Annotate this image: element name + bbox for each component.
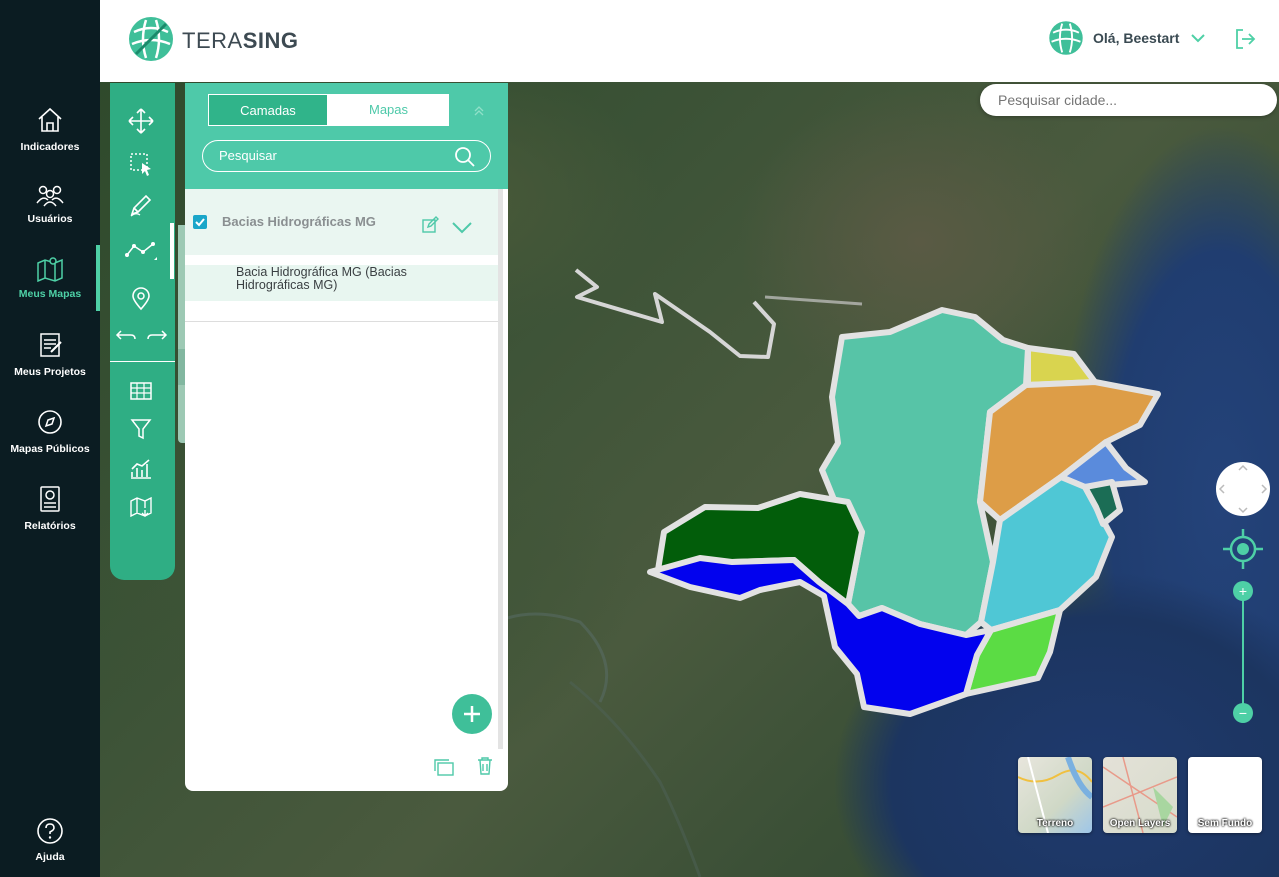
panel-search-input[interactable]: Pesquisar <box>202 140 491 172</box>
help-label: Ajuda <box>35 851 65 863</box>
undo-button[interactable] <box>110 317 141 353</box>
redo-button[interactable] <box>141 317 172 353</box>
report-icon <box>40 486 60 512</box>
redo-icon <box>146 330 167 340</box>
sidebar: Indicadores Usuários Meus Mapas Meus Pro… <box>0 0 100 877</box>
brand-name: TERASING <box>182 28 298 54</box>
pencil-icon <box>130 194 152 217</box>
move-icon <box>128 108 154 134</box>
edit-icon[interactable] <box>421 216 439 234</box>
pan-arrows-icon <box>1218 464 1268 514</box>
trash-icon[interactable] <box>476 756 494 776</box>
layer-group-title: Bacias Hidrográficas MG <box>222 214 376 229</box>
zoom-in-button[interactable]: + <box>1233 581 1253 601</box>
bar-chart-icon <box>131 459 151 479</box>
brand-bold: SING <box>242 28 299 53</box>
basemap-label: Terreno <box>1036 818 1074 829</box>
map-pin-icon <box>37 257 63 282</box>
sidebar-item-meus-projetos[interactable]: Meus Projetos <box>0 330 100 380</box>
polyline-icon <box>125 242 157 260</box>
sidebar-item-label: Mapas Públicos <box>10 443 90 455</box>
chevron-down-icon[interactable] <box>1190 32 1206 44</box>
sidebar-item-mapas-publicos[interactable]: Mapas Públicos <box>0 407 100 457</box>
line-tool[interactable] <box>110 233 172 269</box>
layers-panel: Camadas Mapas Pesquisar Bacias Hidrográf… <box>185 83 508 791</box>
compass-icon <box>38 410 62 434</box>
locate-icon[interactable] <box>1221 527 1265 571</box>
marker-tool[interactable] <box>110 281 172 317</box>
search-placeholder: Pesquisar <box>219 148 277 163</box>
sidebar-item-label: Meus Mapas <box>18 288 82 300</box>
basemap-open-layers[interactable]: Open Layers <box>1103 757 1177 833</box>
basemap-label: Sem Fundo <box>1197 818 1253 829</box>
toolbar-divider <box>110 361 175 362</box>
filter-icon <box>130 419 152 440</box>
plus-icon <box>464 706 480 722</box>
sidebar-item-indicadores[interactable]: Indicadores <box>0 105 100 155</box>
table-tool[interactable] <box>110 373 172 409</box>
move-tool[interactable] <box>110 103 172 139</box>
checkbox-checked-icon[interactable] <box>192 214 208 230</box>
sidebar-item-relatorios[interactable]: Relatórios <box>0 484 100 534</box>
map-download-icon <box>130 496 152 518</box>
top-header: TERASING Olá, Beestart <box>100 0 1279 82</box>
sidebar-item-usuarios[interactable]: Usuários <box>0 183 100 227</box>
divider <box>185 321 498 322</box>
users-icon <box>36 185 64 207</box>
layer-item[interactable]: Bacia Hidrográfica MG (Bacias Hidrográfi… <box>185 265 498 301</box>
user-greeting[interactable]: Olá, Beestart <box>1093 30 1179 46</box>
undo-icon <box>115 330 136 340</box>
brand-light: TERA <box>182 28 243 53</box>
location-pin-icon <box>132 287 150 311</box>
tab-mapas[interactable]: Mapas <box>328 94 449 126</box>
projects-icon <box>40 333 62 357</box>
sidebar-item-label: Relatórios <box>24 520 76 532</box>
select-tool[interactable] <box>110 146 172 182</box>
search-icon[interactable] <box>454 146 476 168</box>
zoom-slider-track[interactable] <box>1242 590 1244 712</box>
terasing-logo-icon <box>129 17 173 61</box>
drawing-toolbar <box>110 83 175 580</box>
home-icon <box>38 107 62 132</box>
map-export-tool[interactable] <box>110 489 172 525</box>
map-pan-control[interactable] <box>1216 462 1270 516</box>
layer-item-label: Bacia Hidrográfica MG (Bacias Hidrográfi… <box>236 265 407 292</box>
basemap-label: Open Layers <box>1109 818 1171 829</box>
add-layer-button[interactable] <box>452 694 492 734</box>
help-button[interactable]: Ajuda <box>0 817 100 865</box>
duplicate-icon[interactable] <box>433 757 455 777</box>
table-icon <box>130 382 152 400</box>
user-avatar[interactable] <box>1047 19 1085 57</box>
draw-tool[interactable] <box>110 187 172 223</box>
chevron-down-icon[interactable] <box>451 220 473 234</box>
sidebar-item-label: Indicadores <box>20 141 80 153</box>
filter-tool[interactable] <box>110 411 172 447</box>
sidebar-item-label: Meus Projetos <box>14 366 86 378</box>
collapse-icon[interactable] <box>473 105 485 117</box>
panel-scrollbar[interactable] <box>498 189 503 749</box>
logout-icon[interactable] <box>1233 27 1257 51</box>
city-search-input[interactable] <box>980 84 1277 116</box>
select-area-icon <box>130 153 151 176</box>
chart-tool[interactable] <box>110 451 172 487</box>
tab-camadas[interactable]: Camadas <box>208 94 328 126</box>
layer-group[interactable]: Bacias Hidrográficas MG <box>185 189 498 255</box>
zoom-out-button[interactable]: − <box>1233 703 1253 723</box>
basemap-sem-fundo[interactable]: Sem Fundo <box>1188 757 1262 833</box>
question-icon <box>37 818 63 844</box>
tool-active-bar <box>170 223 174 279</box>
basemap-terreno[interactable]: Terreno <box>1018 757 1092 833</box>
panel-header: Camadas Mapas Pesquisar <box>185 83 508 189</box>
sidebar-item-meus-mapas[interactable]: Meus Mapas <box>0 254 100 302</box>
sidebar-item-label: Usuários <box>27 213 73 225</box>
